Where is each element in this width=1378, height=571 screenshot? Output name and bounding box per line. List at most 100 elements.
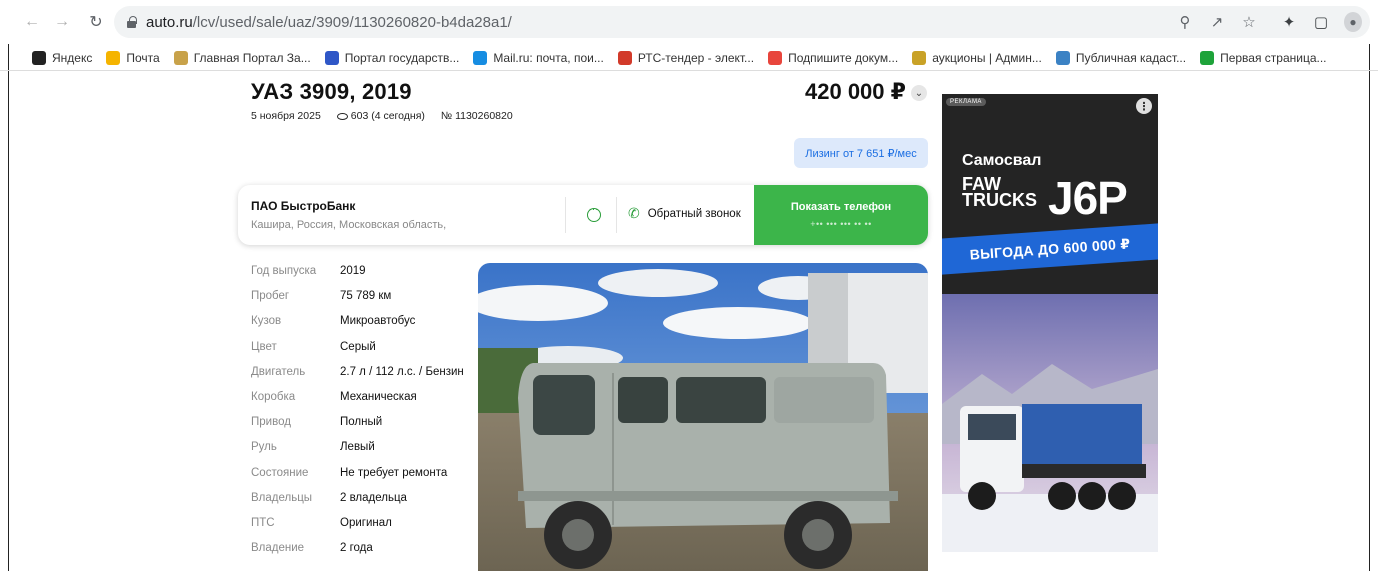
zoom-icon[interactable]: ⚲ — [1176, 13, 1194, 31]
listing-date: 5 ноября 2025 — [251, 110, 321, 122]
chat-icon — [587, 204, 601, 222]
bookmark-item[interactable]: Портал государств... — [324, 50, 460, 65]
spec-row: Руль Левый — [251, 441, 481, 461]
omnibox-actions: ⚲ ↗ ☆ ✦ ▢ ● — [1176, 6, 1362, 38]
phone-mask: +•• ••• ••• •• •• — [810, 219, 872, 229]
bookmark-item[interactable]: Первая страница... — [1200, 50, 1327, 65]
vehicle-photo[interactable] — [478, 263, 928, 571]
bookmark-label: Главная Портал За... — [193, 50, 311, 65]
ad-promo: ВЫГОДА ДО 600 000 ₽ — [942, 223, 1158, 275]
bookmark-label: Первая страница... — [1220, 50, 1327, 65]
bookmark-item[interactable]: Mail.ru: почта, пои... — [473, 50, 604, 65]
profile-avatar-icon[interactable]: ● — [1344, 12, 1362, 32]
bookmark-favicon-icon — [324, 50, 339, 65]
listing-number: № 1130260820 — [440, 110, 513, 122]
bookmark-favicon-icon — [173, 50, 188, 65]
bookmark-favicon-icon — [1200, 50, 1215, 65]
spec-value: Левый — [340, 441, 375, 454]
photo-illustration — [478, 263, 928, 571]
spec-row: Владельцы 2 владельца — [251, 492, 481, 512]
bookmark-item[interactable]: Публичная кадаст... — [1055, 50, 1187, 65]
spec-key: Владение — [251, 542, 305, 555]
spec-row: Год выпуска 2019 — [251, 265, 481, 285]
spec-key: Коробка — [251, 391, 296, 403]
price-chevron-icon[interactable]: ⌄ — [911, 85, 927, 101]
ad-model: J6P — [1048, 172, 1128, 224]
spec-value: Оригинал — [340, 517, 392, 529]
bookmark-label: РТС-тендер - элект... — [637, 50, 755, 65]
bookmark-favicon-icon — [106, 50, 121, 65]
ad-menu-icon[interactable]: ⋮ — [1136, 98, 1152, 114]
spec-key: Цвет — [251, 340, 277, 353]
show-phone-label: Показать телефон — [790, 201, 892, 213]
spec-key: Владельцы — [251, 491, 313, 504]
spec-row: Кузов Микроавтобус — [251, 315, 481, 335]
spec-row: Привод Полный — [251, 416, 481, 436]
bookmark-item[interactable]: Главная Портал За... — [173, 50, 311, 65]
bookmark-favicon-icon — [912, 50, 927, 65]
bookmark-item[interactable]: аукционы | Админ... — [912, 50, 1042, 65]
leasing-button[interactable]: Лизинг от 7 651 ₽/мес — [794, 138, 928, 168]
bookmark-label: Портал государств... — [344, 50, 460, 65]
spec-value: 2.7 л / 112 л.с. / Бензин — [340, 365, 464, 378]
reload-icon[interactable]: ↻ — [84, 10, 108, 34]
lock-icon[interactable] — [126, 16, 137, 28]
eye-icon — [336, 113, 348, 120]
bookmark-item[interactable]: Почта — [106, 50, 160, 65]
spec-value: Механическая — [340, 391, 417, 403]
ad-banner[interactable]: РЕКЛАМА ⋮ Самосвал FAW TRUCKS J6P ВЫГОДА … — [942, 94, 1158, 552]
ad-badge: РЕКЛАМА — [946, 98, 986, 106]
star-icon[interactable]: ☆ — [1240, 13, 1258, 31]
bookmark-favicon-icon — [1055, 50, 1070, 65]
spec-value: Не требует ремонта — [340, 466, 448, 479]
ad-brand: FAW TRUCKS — [962, 174, 1037, 210]
ad-headline: Самосвал — [962, 152, 1042, 169]
bookmark-item[interactable]: Яндекс — [32, 50, 93, 65]
divider — [616, 197, 617, 233]
chat-button[interactable] — [580, 201, 608, 229]
bookmark-label: Mail.ru: почта, пои... — [493, 50, 604, 65]
spec-row: Двигатель 2.7 л / 112 л.с. / Бензин — [251, 366, 481, 386]
share-icon[interactable]: ↗ — [1208, 13, 1226, 31]
bookmark-label: Почта — [126, 50, 160, 65]
url-text[interactable]: auto.ru/lcv/used/sale/uaz/3909/113026082… — [146, 14, 512, 31]
forward-arrow-icon[interactable]: → — [50, 10, 74, 34]
seller-location: Кашира, Россия, Московская область, — [251, 219, 447, 231]
spec-value: 2 владельца — [340, 491, 407, 504]
bookmark-favicon-icon — [617, 50, 632, 65]
divider — [565, 197, 566, 233]
spec-value: Полный — [340, 416, 383, 429]
extensions-icon[interactable]: ✦ — [1280, 13, 1298, 31]
spec-key: Год выпуска — [251, 265, 317, 277]
bookmark-label: Публичная кадаст... — [1075, 50, 1187, 65]
spec-value: 2 года — [340, 542, 373, 555]
spec-key: Пробег — [251, 290, 290, 303]
bookmark-item[interactable]: РТС-тендер - элект... — [617, 50, 755, 65]
callback-label: Обратный звонок — [647, 207, 741, 220]
show-phone-button[interactable]: Показать телефон +•• ••• ••• •• •• — [754, 185, 928, 245]
bookmark-favicon-icon — [473, 50, 488, 65]
bookmark-label: Яндекс — [52, 50, 93, 65]
side-panel-icon[interactable]: ▢ — [1312, 13, 1330, 31]
address-bar[interactable]: auto.ru/lcv/used/sale/uaz/3909/113026082… — [114, 6, 1370, 38]
spec-row: Коробка Механическая — [251, 391, 481, 411]
spec-key: Двигатель — [251, 365, 306, 378]
bookmark-label: аукционы | Админ... — [932, 50, 1042, 65]
ad-truck-image — [942, 294, 1158, 552]
bookmark-favicon-icon — [768, 50, 783, 65]
seller-name[interactable]: ПАО БыстроБанк — [251, 199, 355, 213]
callback-button[interactable]: ✆ Обратный звонок — [628, 205, 741, 222]
spec-key: Привод — [251, 416, 291, 429]
spec-value: Серый — [340, 340, 376, 353]
spec-row: Владение 2 года — [251, 542, 481, 562]
spec-value: Микроавтобус — [340, 315, 416, 328]
listing-price[interactable]: 420 000 ₽ — [805, 79, 906, 105]
back-arrow-icon[interactable]: ← — [20, 10, 44, 34]
spec-value: 2019 — [340, 265, 366, 277]
bookmark-favicon-icon — [32, 50, 46, 65]
bookmark-label: Подпишите докум... — [788, 50, 899, 65]
seller-card: ПАО БыстроБанк Кашира, Россия, Московска… — [238, 185, 928, 245]
listing-title: УАЗ 3909, 2019 — [251, 79, 412, 104]
bookmark-item[interactable]: Подпишите докум... — [768, 50, 899, 65]
spec-row: ПТС Оригинал — [251, 517, 481, 537]
